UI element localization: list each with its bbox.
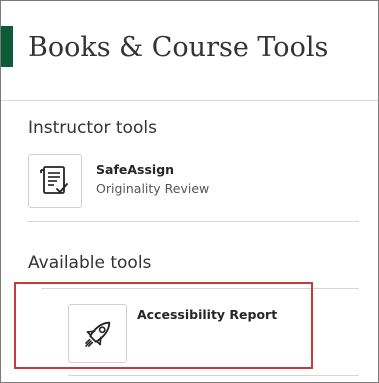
highlight-annotation-box (14, 282, 313, 369)
books-course-tools-panel: Books & Course Tools Instructor tools Sa… (0, 0, 379, 383)
tool-row-divider-bottom (68, 375, 359, 376)
section-heading-available-tools: Available tools (28, 253, 152, 273)
document-check-icon (28, 154, 82, 208)
page-title: Books & Course Tools (28, 32, 329, 63)
tool-description-safeassign: Originality Review (96, 181, 210, 196)
header-divider (1, 100, 378, 101)
tool-row-divider (28, 221, 359, 222)
available-tools-divider (41, 288, 359, 289)
section-heading-instructor-tools: Instructor tools (28, 118, 157, 138)
rocket-icon (68, 304, 127, 363)
header-accent-bar (1, 26, 13, 67)
tool-name-accessibility-report[interactable]: Accessibility Report (137, 307, 277, 322)
tool-name-safeassign[interactable]: SafeAssign (96, 162, 174, 177)
